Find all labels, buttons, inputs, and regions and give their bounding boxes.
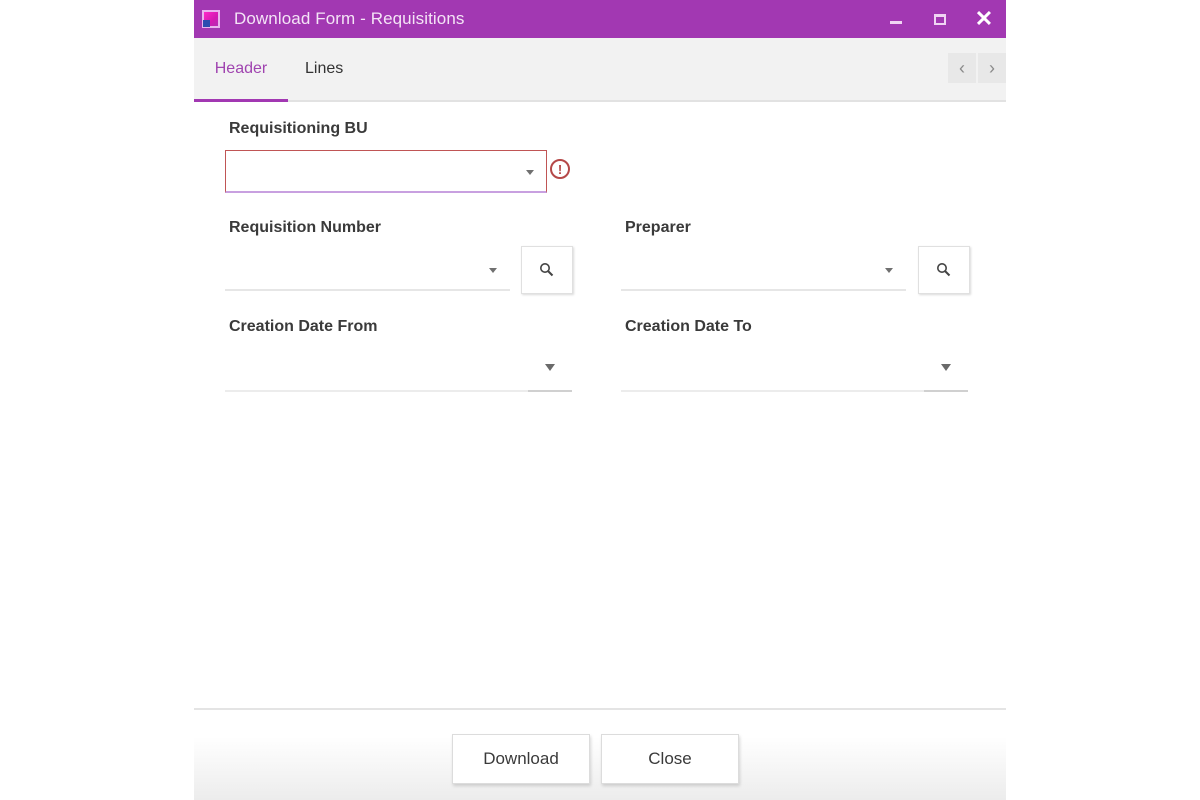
close-window-button[interactable]: ✕ [962,0,1006,38]
chevron-down-icon [489,268,497,273]
requisitioning-bu-select[interactable] [225,150,547,193]
chevron-down-icon [526,170,534,175]
requisition-number-search-button[interactable] [521,246,573,294]
tab-prev-button[interactable]: ‹ [948,53,976,83]
maximize-icon [934,13,946,25]
error-icon: ! [550,159,570,179]
window-title: Download Form - Requisitions [234,9,465,28]
creation-date-to-field[interactable] [621,344,968,392]
search-icon [937,263,951,277]
app-icon [202,10,220,28]
tab-next-button[interactable]: › [978,53,1006,83]
chevron-right-icon: › [989,57,995,78]
window-controls: ✕ [874,0,1006,38]
requisition-number-select[interactable] [225,247,510,291]
creation-date-from-field[interactable] [225,344,572,392]
tab-bar: Header Lines ‹ › [194,38,1006,102]
requisitioning-bu-label: Requisitioning BU [229,120,368,137]
search-icon [540,263,554,277]
preparer-label: Preparer [625,219,691,236]
close-button[interactable]: Close [601,734,739,784]
creation-date-to-label: Creation Date To [625,318,752,335]
minimize-button[interactable] [874,0,918,38]
download-button[interactable]: Download [452,734,590,784]
preparer-select[interactable] [621,247,906,291]
download-form-window: Download Form - Requisitions ✕ Header Li… [194,0,1006,800]
chevron-down-icon [545,363,555,371]
close-icon: ✕ [974,6,994,31]
preparer-search-button[interactable] [918,246,970,294]
title-bar: Download Form - Requisitions ✕ [194,0,1006,38]
chevron-down-icon [941,363,951,371]
tab-header[interactable]: Header [194,38,288,102]
maximize-button[interactable] [918,0,962,38]
chevron-left-icon: ‹ [959,57,965,78]
requisition-number-label: Requisition Number [229,219,382,236]
tab-scroll-controls: ‹ › [948,53,1006,83]
dialog-footer: Download Close [194,708,1006,800]
date-from-dropdown-button[interactable] [528,344,572,392]
date-to-dropdown-button[interactable] [924,344,968,392]
tab-lines[interactable]: Lines [288,38,360,100]
form-content: Requisitioning BU ! Requisition Number P… [194,102,1006,708]
minimize-icon [890,20,902,24]
chevron-down-icon [885,268,893,273]
creation-date-from-label: Creation Date From [229,318,378,335]
